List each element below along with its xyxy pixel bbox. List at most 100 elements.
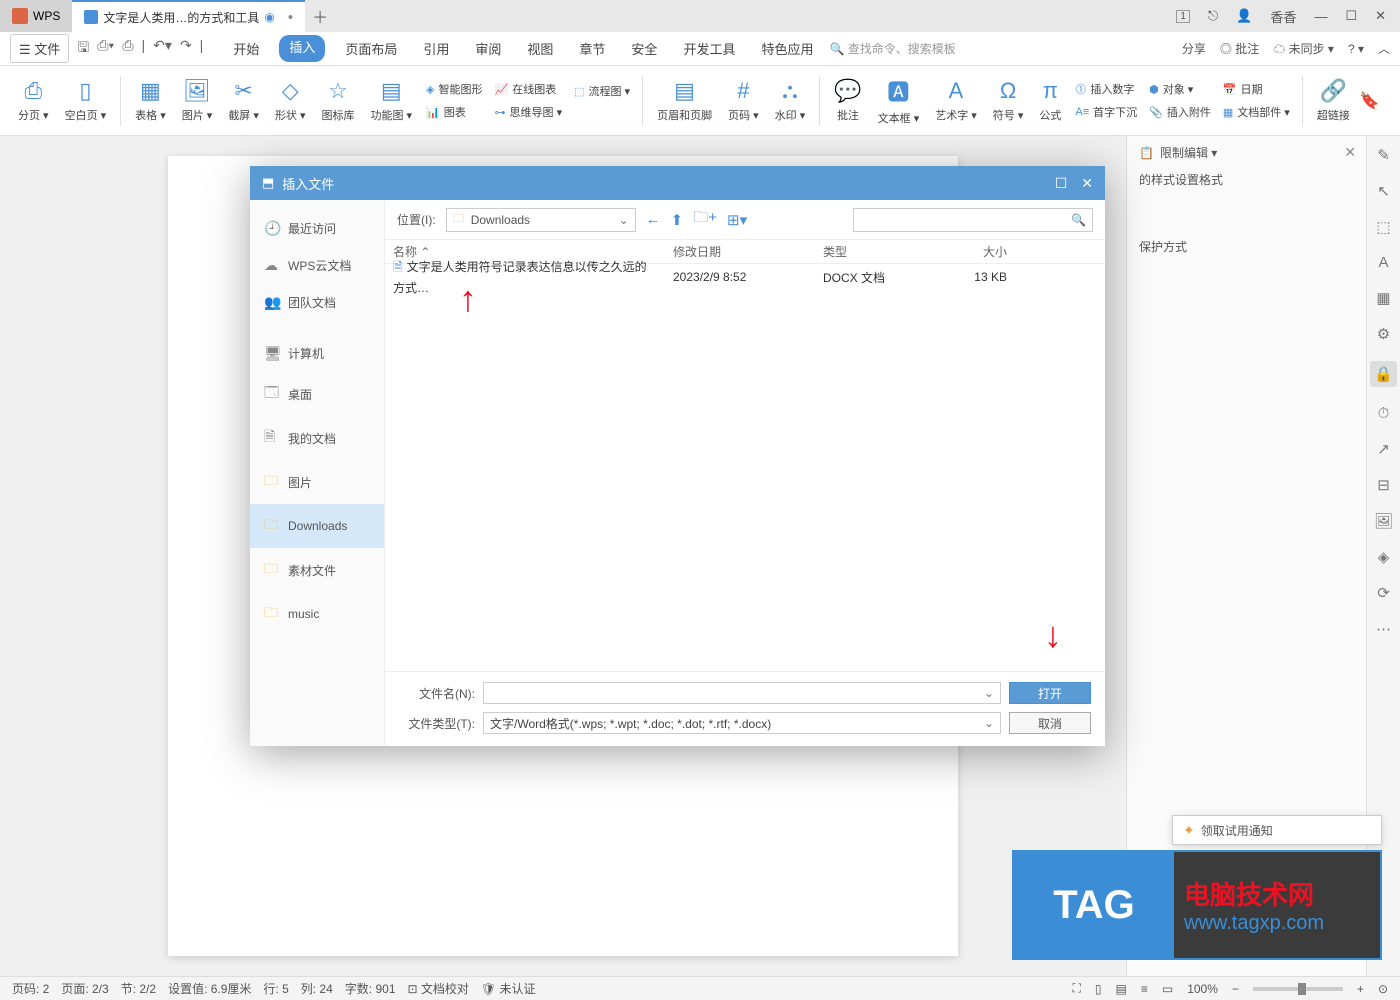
tab-start[interactable]: 开始 bbox=[227, 35, 265, 62]
cancel-button[interactable]: 取消 bbox=[1009, 712, 1091, 734]
undo-icon[interactable]: ↶▾ bbox=[153, 37, 172, 61]
sidebar-team[interactable]: 👥团队文档 bbox=[250, 284, 384, 321]
screenshot-button[interactable]: ✂截屏 ▾ bbox=[222, 78, 265, 123]
comments-toggle[interactable]: ◎ 批注 bbox=[1220, 40, 1259, 57]
hyperlink-button[interactable]: 🔗超链接 bbox=[1311, 78, 1356, 123]
fullscreen-icon[interactable]: ⛶ bbox=[1072, 981, 1080, 996]
doc-parts-button[interactable]: ▦文档部件 ▾ bbox=[1219, 102, 1294, 122]
tab-special[interactable]: 特色应用 bbox=[755, 35, 819, 62]
redo-icon[interactable]: ↷ bbox=[180, 37, 192, 61]
function-chart-button[interactable]: ▤功能图 ▾ bbox=[364, 78, 418, 123]
layout-icon[interactable]: ▦ bbox=[1376, 289, 1390, 307]
icon-lib-button[interactable]: ☆图标库 bbox=[315, 78, 360, 123]
textbox-button[interactable]: 🅰文本框 ▾ bbox=[872, 75, 926, 126]
sidebar-materials[interactable]: 🗀素材文件 bbox=[250, 548, 384, 592]
col-date-header[interactable]: 修改日期 bbox=[665, 243, 815, 260]
view-page-icon[interactable]: ▯ bbox=[1095, 982, 1102, 996]
pencil-icon[interactable]: ✎ bbox=[1377, 146, 1390, 164]
paragraph-icon[interactable]: A bbox=[1378, 254, 1388, 271]
view-mode-icon[interactable]: ⊞▾ bbox=[727, 211, 747, 229]
sidebar-pictures[interactable]: 🗀图片 bbox=[250, 460, 384, 504]
status-verified[interactable]: 🛡 未认证 bbox=[481, 980, 536, 997]
zoom-slider[interactable] bbox=[1253, 987, 1343, 991]
status-col[interactable]: 列: 24 bbox=[301, 980, 333, 997]
view-web-icon[interactable]: ▤ bbox=[1116, 982, 1127, 996]
status-position[interactable]: 设置值: 6.9厘米 bbox=[168, 980, 251, 997]
dialog-close-icon[interactable]: ✕ bbox=[1081, 175, 1093, 192]
image-tool-icon[interactable]: 🖼 bbox=[1374, 512, 1393, 530]
page-break-button[interactable]: ⎙分页 ▾ bbox=[12, 78, 55, 123]
picture-button[interactable]: 🖼图片 ▾ bbox=[176, 78, 219, 123]
sidebar-downloads[interactable]: 🗀Downloads bbox=[250, 504, 384, 548]
location-combo[interactable]: 🗀 Downloads ⌄ bbox=[446, 208, 636, 232]
formula-button[interactable]: π公式 bbox=[1033, 78, 1067, 123]
app-menu-icon[interactable]: ⎋ bbox=[1208, 8, 1218, 24]
print-preview-icon[interactable]: ⎙▾ bbox=[97, 37, 114, 61]
status-section[interactable]: 节: 2/2 bbox=[121, 980, 156, 997]
file-menu[interactable]: ☰ 文件 bbox=[10, 34, 69, 63]
comments-button[interactable]: 💬批注 bbox=[828, 78, 867, 123]
object-button[interactable]: ⬢对象 ▾ bbox=[1145, 79, 1215, 99]
help-icon[interactable]: ? ▾ bbox=[1348, 42, 1364, 56]
close-window-icon[interactable]: ✕ bbox=[1375, 8, 1386, 24]
settings-icon[interactable]: ⚙ bbox=[1377, 325, 1390, 343]
select-icon[interactable]: ⬚ bbox=[1376, 218, 1390, 236]
sidebar-recent[interactable]: 🕘最近访问 bbox=[250, 210, 384, 247]
chart-button[interactable]: 📊图表 bbox=[422, 102, 486, 122]
bookmark-icon[interactable]: 🔖 bbox=[1360, 91, 1380, 111]
wps-home-tab[interactable]: WPS bbox=[0, 0, 72, 32]
more-icon[interactable]: ⋯ bbox=[1376, 620, 1391, 638]
dialog-titlebar[interactable]: ⬒ 插入文件 ☐ ✕ bbox=[250, 166, 1105, 200]
read-mode-icon[interactable]: ▭ bbox=[1162, 982, 1173, 996]
tab-chapter[interactable]: 章节 bbox=[573, 35, 611, 62]
tab-insert[interactable]: 插入 bbox=[279, 35, 325, 62]
history-icon[interactable]: ⏱ bbox=[1378, 405, 1390, 422]
header-footer-button[interactable]: ▤页眉和页脚 bbox=[651, 78, 718, 123]
smart-art-button[interactable]: ◈智能图形 bbox=[422, 79, 486, 99]
sidebar-desktop[interactable]: 🗔桌面 bbox=[250, 372, 384, 416]
filename-input[interactable]: ⌄ bbox=[483, 682, 1001, 704]
status-page-num[interactable]: 页码: 2 bbox=[12, 980, 49, 997]
trial-notification[interactable]: ✦ 领取试用通知 bbox=[1172, 815, 1382, 845]
watermark-button[interactable]: ⛬水印 ▾ bbox=[769, 78, 812, 123]
insert-number-button[interactable]: ⓵插入数字 bbox=[1071, 79, 1141, 99]
document-tab[interactable]: 文字是人类用…的方式和工具◉• bbox=[72, 0, 305, 32]
symbol-button[interactable]: Ω符号 ▾ bbox=[987, 78, 1030, 123]
export-icon[interactable]: ↗ bbox=[1377, 440, 1390, 458]
status-proof[interactable]: ⊡ 文档校对 bbox=[408, 980, 469, 997]
sidebar-mydocs[interactable]: 🗎我的文档 bbox=[250, 416, 384, 460]
open-button[interactable]: 打开 bbox=[1009, 682, 1091, 704]
panel-close-icon[interactable]: ✕ bbox=[1344, 144, 1356, 161]
save-icon[interactable]: 🖫 bbox=[77, 37, 89, 61]
cursor-icon[interactable]: ↖ bbox=[1377, 182, 1390, 200]
tab-references[interactable]: 引用 bbox=[417, 35, 455, 62]
close-tab-icon[interactable]: • bbox=[288, 9, 293, 26]
col-type-header[interactable]: 类型 bbox=[815, 243, 935, 260]
zoom-level[interactable]: 100% bbox=[1187, 982, 1218, 996]
zoom-out-icon[interactable]: − bbox=[1232, 982, 1239, 996]
maximize-icon[interactable]: ☐ bbox=[1345, 8, 1357, 24]
zoom-in-icon[interactable]: + bbox=[1357, 982, 1364, 996]
mindmap-button[interactable]: ⊶思维导图 ▾ bbox=[491, 102, 567, 122]
user-name[interactable]: 香香 bbox=[1270, 7, 1296, 26]
dialog-maximize-icon[interactable]: ☐ bbox=[1055, 175, 1068, 192]
drop-cap-button[interactable]: A≡首字下沉 bbox=[1071, 102, 1141, 122]
sidebar-computer[interactable]: 🖥计算机 bbox=[250, 335, 384, 372]
new-folder-icon[interactable]: 🗀+ bbox=[693, 207, 717, 232]
status-page[interactable]: 页面: 2/3 bbox=[61, 980, 108, 997]
col-size-header[interactable]: 大小 bbox=[935, 243, 1015, 260]
minimize-icon[interactable]: — bbox=[1314, 9, 1327, 24]
badge-icon[interactable]: 1 bbox=[1176, 10, 1190, 23]
shapes-button[interactable]: ◇形状 ▾ bbox=[269, 78, 312, 123]
tab-security[interactable]: 安全 bbox=[625, 35, 663, 62]
command-search[interactable]: 🔍 查找命令、搜索模板 bbox=[829, 40, 955, 57]
lock-icon[interactable]: 🔒 bbox=[1370, 361, 1397, 387]
status-row[interactable]: 行: 5 bbox=[263, 980, 288, 997]
page-number-button[interactable]: #页码 ▾ bbox=[722, 78, 765, 123]
date-button[interactable]: 📅日期 bbox=[1219, 79, 1294, 99]
filetype-combo[interactable]: 文字/Word格式(*.wps; *.wpt; *.doc; *.dot; *.… bbox=[483, 712, 1001, 734]
clock-icon[interactable]: ⟳ bbox=[1377, 584, 1390, 602]
table-button[interactable]: ▦表格 ▾ bbox=[129, 78, 172, 123]
dialog-search[interactable]: 🔍 bbox=[853, 208, 1093, 232]
tab-layout[interactable]: 页面布局 bbox=[339, 35, 403, 62]
